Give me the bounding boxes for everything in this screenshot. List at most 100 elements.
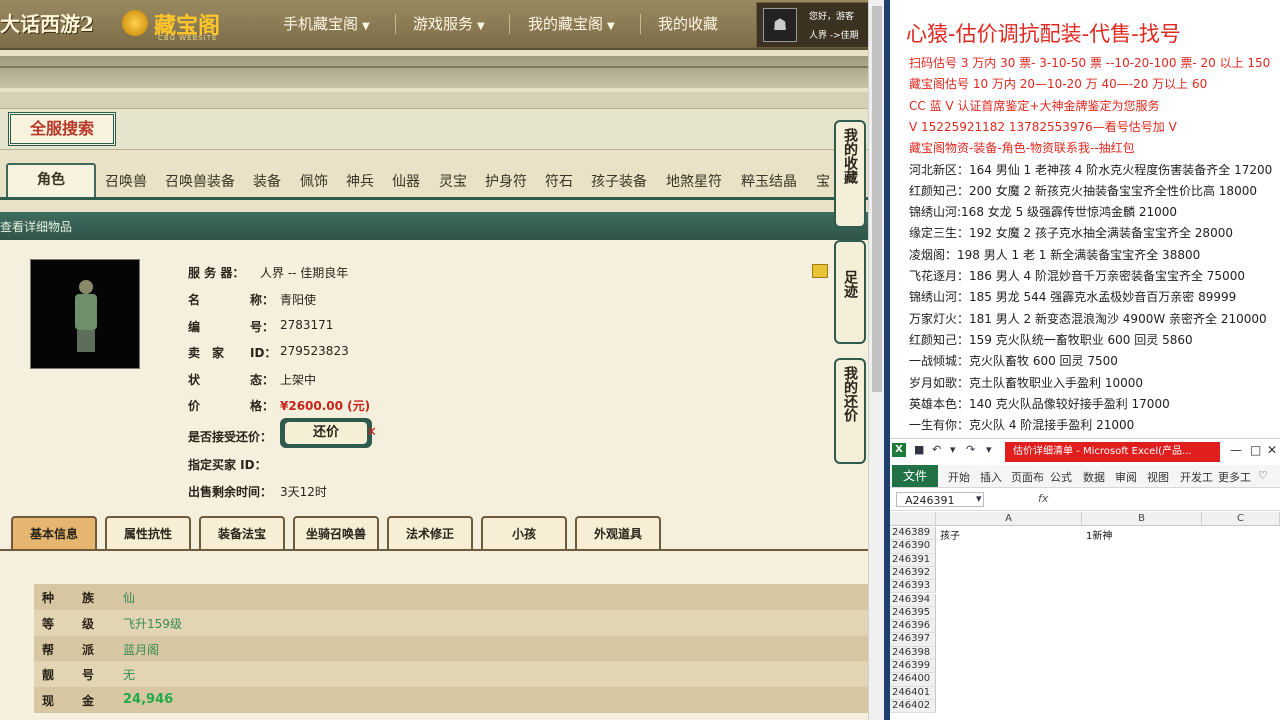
ribbon-tab-formula[interactable]: 公式 [1050, 469, 1072, 485]
subtab-basic-info[interactable]: 基本信息 [11, 516, 97, 550]
subtab-spell-mod[interactable]: 法术修正 [387, 516, 473, 550]
bargain-button[interactable]: 还价 [280, 418, 372, 448]
tab-summon-equip[interactable]: 召唤兽装备 [165, 171, 235, 191]
row-header[interactable]: 246401 [890, 686, 936, 700]
row-header[interactable]: 246389 [890, 527, 936, 541]
nav-my-cbg[interactable]: 我的藏宝阁 ▼ [528, 13, 615, 34]
page-scrollbar[interactable] [868, 0, 885, 720]
subtab-appearance[interactable]: 外观道具 [575, 516, 661, 550]
subtab-equip-treasure[interactable]: 装备法宝 [199, 516, 285, 550]
tab-jade-crystal[interactable]: 粹玉结晶 [741, 171, 797, 191]
search-bar [0, 108, 868, 150]
game-logo[interactable]: 大话西游2 [0, 8, 96, 40]
nav-divider [395, 14, 396, 34]
tab-star-talisman[interactable]: 地煞星符 [666, 171, 722, 191]
minimize-icon[interactable]: — [1230, 443, 1242, 457]
nav-mobile-cbg[interactable]: 手机藏宝阁 ▼ [283, 13, 370, 34]
character-thumbnail[interactable] [30, 259, 140, 369]
fx-icon[interactable]: fx [1038, 492, 1048, 505]
buyer-id-label: 指定买家 ID： [188, 458, 267, 472]
nav-divider [640, 14, 641, 34]
tab-summon[interactable]: 召唤兽 [105, 171, 147, 191]
close-icon[interactable]: ✕ [1267, 443, 1277, 457]
ribbon-tab-review[interactable]: 审阅 [1115, 469, 1137, 485]
name-box[interactable]: A246391 [896, 492, 984, 507]
price-value: ¥2600.00 (元) [280, 399, 371, 413]
tab-divine-weapon[interactable]: 神兵 [346, 171, 374, 191]
close-icon[interactable]: ✕ [366, 425, 377, 440]
nav-game-service[interactable]: 游戏服务 ▼ [413, 13, 485, 34]
nav-my-favorites[interactable]: 我的收藏 [658, 13, 718, 34]
row-header[interactable]: 246391 [890, 553, 936, 567]
ribbon-tab-data[interactable]: 数据 [1083, 469, 1105, 485]
help-icon[interactable]: ♡ [1258, 469, 1268, 482]
excel-window: X ■ ↶ ▾ ↷ ▾ 估价详细清单 - Microsoft Excel(产品.… [890, 438, 1280, 720]
decor-line [0, 66, 868, 68]
row-header[interactable]: 246400 [890, 673, 936, 687]
ribbon-tab-more[interactable]: 更多工 [1218, 469, 1251, 485]
overlay-line: 英雄本色：140 克火队品像较好接手盈利 17000 [909, 396, 1170, 411]
overlay-line: 万家灯火：181 男人 2 新变态混浪淘沙 4900W 亲密齐全 210000 [909, 311, 1267, 326]
row-header[interactable]: 246396 [890, 620, 936, 634]
server-value: 人界 -- 佳期良年 [260, 266, 349, 280]
ribbon-tab-insert[interactable]: 插入 [980, 469, 1002, 485]
row-header[interactable]: 246392 [890, 566, 936, 581]
tab-treasure[interactable]: 宝 [816, 171, 830, 191]
chevron-down-icon[interactable]: ▾ [976, 492, 982, 505]
row-header[interactable]: 246399 [890, 660, 936, 674]
tab-role[interactable]: 角色 [6, 163, 96, 197]
ribbon-tab-layout[interactable]: 页面布 [1011, 469, 1044, 485]
tab-spirit-treasure[interactable]: 灵宝 [439, 171, 467, 191]
tab-amulet[interactable]: 护身符 [485, 171, 527, 191]
ribbon-tab-home[interactable]: 开始 [948, 469, 970, 485]
row-header[interactable]: 246390 [890, 540, 936, 554]
cell-a[interactable]: 孩子 [940, 527, 960, 542]
chevron-down-icon[interactable]: ▾ [950, 443, 956, 456]
table-row: 靓号无 [34, 661, 868, 688]
scrollbar-thumb[interactable] [872, 6, 882, 392]
seller-label-b: 家 [212, 346, 225, 360]
detail-title: 查看详细物品 [0, 220, 73, 234]
global-search-button[interactable]: 全服搜索 [8, 112, 116, 146]
gift-icon[interactable] [812, 264, 828, 278]
overlay-line: 岁月如歌：克土队畜牧职业入手盈利 10000 [909, 375, 1143, 390]
subtab-mount-summon[interactable]: 坐骑召唤兽 [293, 516, 379, 550]
select-all-corner[interactable] [890, 512, 936, 526]
redo-icon[interactable]: ↷ [966, 443, 975, 456]
undo-icon[interactable]: ↶ [932, 443, 941, 456]
overlay-line: V 15225921182 13782553976—看号估号加 V [909, 119, 1177, 134]
row-header[interactable]: 246402 [890, 699, 936, 714]
side-tab-footprint[interactable]: 足迹 [834, 240, 866, 344]
side-tab-favorites[interactable]: 我的收藏 [834, 120, 866, 228]
side-tab-my-bargain[interactable]: 我的还价 [834, 358, 866, 464]
save-icon[interactable]: ■ [914, 443, 924, 456]
table-row: 帮派蓝月阁 [34, 636, 868, 663]
ribbon-tab-file[interactable]: 文件 [892, 465, 938, 487]
ribbon-tab-view[interactable]: 视图 [1147, 469, 1169, 485]
subtab-attributes[interactable]: 属性抗性 [105, 516, 191, 550]
maximize-icon[interactable]: □ [1250, 443, 1261, 457]
tab-accessory[interactable]: 佩饰 [300, 171, 328, 191]
cell-b[interactable]: 1新神 [1086, 527, 1112, 542]
tab-child-equip[interactable]: 孩子装备 [591, 171, 647, 191]
row-header[interactable]: 246397 [890, 633, 936, 647]
column-header-b[interactable]: B [1082, 512, 1202, 526]
row-header[interactable]: 246393 [890, 580, 936, 594]
row-header[interactable]: 246395 [890, 606, 936, 621]
user-server: 人界 ->佳期 [809, 31, 859, 41]
row-header[interactable]: 246394 [890, 593, 936, 607]
tab-equip[interactable]: 装备 [253, 171, 281, 191]
row-header[interactable]: 246398 [890, 646, 936, 660]
tab-rune-stone[interactable]: 符石 [545, 171, 573, 191]
overlay-title: 心猿-估价调抗配装-代售-找号 [906, 22, 1181, 46]
remaining-label: 出售剩余时间： [188, 485, 273, 499]
subtab-child[interactable]: 小孩 [481, 516, 567, 550]
column-header-c[interactable]: C [1202, 512, 1280, 526]
column-header-a[interactable]: A [936, 512, 1082, 526]
user-box[interactable]: ☗ 您好，游客 人界 ->佳期 [756, 2, 868, 48]
ribbon-tab-developer[interactable]: 开发工 [1180, 469, 1213, 485]
tab-immortal-item[interactable]: 仙器 [392, 171, 420, 191]
overlay-line: CC 蓝 V 认证首席鉴定+大神金牌鉴定为您服务 [909, 98, 1160, 113]
chevron-down-icon[interactable]: ▾ [986, 443, 992, 456]
cbg-logo[interactable]: 藏宝阁 CBG WEBSITE [118, 6, 228, 42]
